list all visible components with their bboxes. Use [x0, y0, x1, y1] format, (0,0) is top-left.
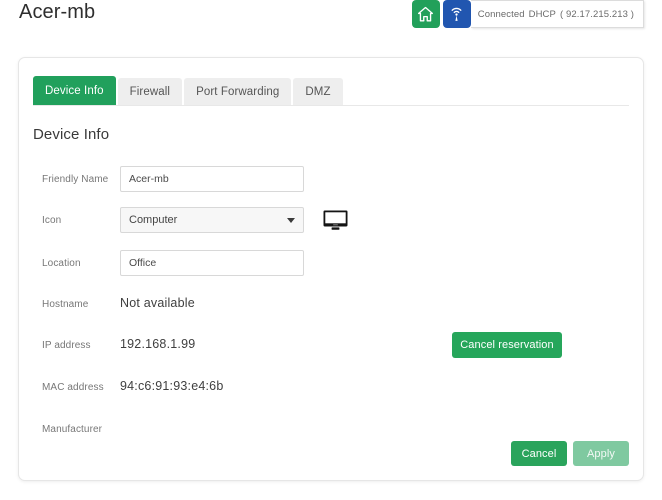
row-icon: Icon Computer — [19, 203, 643, 237]
friendly-name-field-wrap — [120, 166, 643, 192]
home-icon[interactable] — [411, 0, 440, 28]
location-label: Location — [42, 257, 81, 269]
manufacturer-field-wrap — [120, 421, 643, 437]
monitor-icon — [322, 209, 348, 231]
connection-status-pill: Connected DHCP ( 92.17.215.213 ) — [470, 0, 644, 28]
tab-port-forwarding[interactable]: Port Forwarding — [184, 78, 292, 105]
icon-select-wrap: Computer — [120, 207, 304, 233]
apply-button[interactable]: Apply — [573, 441, 629, 466]
row-friendly-name: Friendly Name — [19, 162, 643, 196]
ip-address-field-wrap: 192.168.1.99 Cancel reservation — [120, 332, 643, 358]
hostname-value: Not available — [120, 296, 195, 310]
tab-firewall[interactable]: Firewall — [117, 78, 183, 105]
manufacturer-label: Manufacturer — [42, 423, 103, 435]
tab-divider — [33, 105, 629, 106]
card-footer-actions: Cancel Apply — [511, 441, 629, 466]
section-title: Device Info — [33, 126, 110, 143]
tab-dmz[interactable]: DMZ — [293, 78, 343, 105]
wifi-signal-icon[interactable] — [442, 0, 471, 28]
row-mac-address: MAC address 94:c6:91:93:e4:6b — [19, 370, 643, 404]
tab-bar: Device Info Firewall Port Forwarding DMZ — [33, 76, 345, 105]
tab-device-info[interactable]: Device Info — [33, 76, 116, 105]
icon-field-wrap: Computer — [120, 207, 643, 233]
connection-state-label: Connected — [477, 8, 525, 20]
hostname-label: Hostname — [42, 298, 89, 310]
connection-mode-label: DHCP — [528, 8, 556, 20]
ip-address-value: 192.168.1.99 — [120, 337, 196, 351]
cancel-reservation-button[interactable]: Cancel reservation — [452, 332, 562, 358]
location-field-wrap — [120, 250, 643, 276]
connection-status-cluster: Connected DHCP ( 92.17.215.213 ) — [411, 0, 644, 30]
hostname-field-wrap: Not available — [120, 296, 643, 312]
mac-address-value: 94:c6:91:93:e4:6b — [120, 379, 224, 393]
connection-ip-label: ( 92.17.215.213 ) — [559, 8, 634, 20]
mac-address-label: MAC address — [42, 381, 104, 393]
icon-select[interactable]: Computer — [120, 207, 304, 233]
row-hostname: Hostname Not available — [19, 287, 643, 321]
icon-label: Icon — [42, 214, 62, 226]
page-header: Acer-mb Connected DHCP ( 92.17.215.213 ) — [0, 0, 662, 48]
ip-address-label: IP address — [42, 339, 91, 351]
friendly-name-input[interactable] — [120, 166, 304, 192]
cancel-button[interactable]: Cancel — [511, 441, 567, 466]
device-settings-card: Device Info Firewall Port Forwarding DMZ… — [18, 57, 644, 481]
page-title: Acer-mb — [19, 1, 96, 23]
mac-address-field-wrap: 94:c6:91:93:e4:6b — [120, 379, 643, 395]
location-input[interactable] — [120, 250, 304, 276]
row-location: Location — [19, 246, 643, 280]
row-ip-address: IP address 192.168.1.99 Cancel reservati… — [19, 328, 643, 362]
device-info-form: Friendly Name Icon Computer — [19, 162, 643, 453]
friendly-name-label: Friendly Name — [42, 173, 109, 185]
